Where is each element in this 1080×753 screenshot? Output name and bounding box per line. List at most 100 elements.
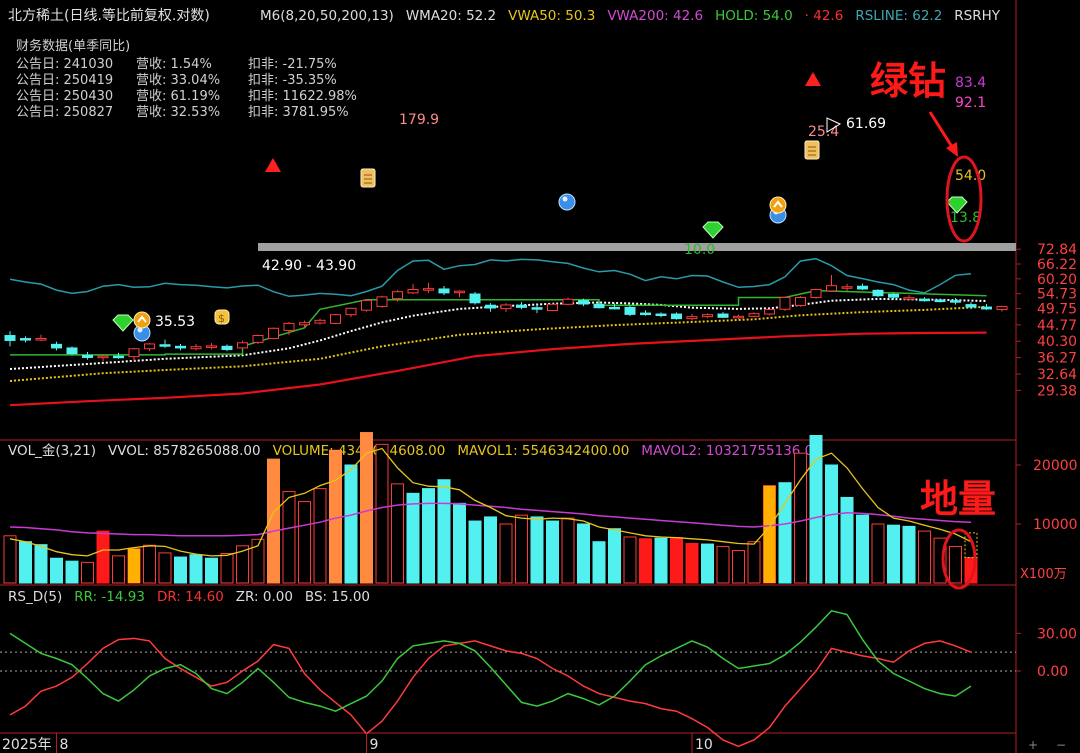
volume-bar [856,514,869,584]
price-tick-label: 72.84 [1037,242,1077,258]
stock-chart[interactable]: 北方稀土(日线.等比前复权.对数) M6(8,20,50,200,13) WMA20… [0,0,1080,753]
finance-row-netprofit: 扣非: 11622.98% [248,89,357,104]
candle [159,344,171,347]
volume-bar [143,544,156,584]
price-annotation-label: 83.4 [955,75,986,91]
finance-row-netprofit: 扣非: -21.75% [248,57,337,72]
candle [516,304,527,308]
candle [950,300,961,303]
volume-bar [468,520,482,584]
volume-bar [189,554,203,584]
rs-indicator-1: RR: -14.93 [74,589,145,605]
candle [686,316,698,320]
candle [206,345,217,348]
volume-bar [50,557,63,584]
candle [562,298,574,305]
volume-bar [887,524,900,584]
candle [82,354,93,358]
volume-bar [918,530,931,584]
finance-row-netprofit: 扣非: 3781.95% [248,105,349,120]
candle [407,289,419,294]
finance-row-revenue: 营收: 32.53% [136,105,220,120]
volume-tick-label: 10000 [1033,517,1078,533]
volume-bar [298,501,311,584]
candle [221,345,233,351]
candle [919,298,930,302]
candle [283,322,295,331]
indicator-1: WMA20: 52.2 [406,8,496,24]
volume-bar [716,545,730,584]
volume-bar [282,491,296,584]
indicator-2: VWA50: 50.3 [508,8,595,24]
volume-bar [158,552,172,584]
volume-bar [871,523,885,584]
blue-ball-highlight [562,196,568,202]
ground-volume-callout: 地量 [920,477,996,521]
candle [671,313,682,320]
blue-ball-icon [558,193,576,211]
price-tick-label: 40.30 [1037,334,1077,350]
price-tick-label: 36.27 [1037,351,1077,367]
volume-bar [65,560,79,584]
candle [888,293,899,298]
price-annotation-label: 25.4 [808,124,839,140]
volume-bar [391,483,404,584]
volume-bar [360,432,373,584]
finance-row-date: 公告日: 241030 [16,57,113,72]
candle [469,293,481,304]
volume-bar [344,464,358,584]
volume-bar [406,492,420,584]
x-axis-label: 9 [370,737,379,753]
candle [144,343,155,350]
volume-bar-gold [128,548,140,583]
candle [128,348,140,358]
candle [299,322,310,326]
candle [485,304,496,309]
candle [981,306,992,310]
rs-tick-label: 0.00 [1037,664,1068,680]
candle [20,338,31,341]
candle [361,299,372,311]
volume-bar [34,544,48,584]
volume-bar [3,535,17,584]
finance-row-date: 公告日: 250430 [16,89,113,104]
volume-bar [577,523,590,584]
volume-bar [375,443,389,584]
price-tick-label: 32.64 [1037,367,1077,383]
candle [4,335,16,341]
price-annotation-label: 61.69 [846,116,886,132]
rs-indicator-4: BS: 15.00 [305,589,370,605]
support-band [258,243,1016,251]
candle [330,314,341,324]
volume-bar [499,523,513,584]
finance-row-date: 公告日: 250419 [16,73,113,88]
chart-title: 北方稀土(日线.等比前复权.对数) [8,7,210,24]
candle [35,338,47,341]
volume-bar [608,528,621,584]
price-annotation-label: 42.90 - 43.90 [262,258,356,274]
gold-up-arrow-icon [769,196,787,214]
candle [624,306,636,315]
volume-bar [484,516,497,584]
candle [593,303,605,309]
volume-indicator-2: VOLUME: 4342084608.00 [273,443,446,459]
candle [66,347,78,355]
candle [237,342,248,349]
candle [934,299,946,303]
price-tick-label: 49.75 [1037,301,1077,317]
price-annotation-label: 179.9 [399,112,439,128]
volume-bar [840,496,854,584]
volume-bar [437,479,451,584]
volume-bar [112,555,125,584]
candle [578,300,589,305]
indicator-7: RSRHY [954,8,1000,24]
indicator-5: · 42.6 [805,8,844,24]
volume-bar [453,502,466,584]
indicator-4: HOLD: 54.0 [715,8,793,24]
volume-bar [515,514,528,584]
volume-bar [313,488,327,584]
x-axis-label: 10 [695,737,713,753]
price-tick-label: 29.38 [1037,383,1077,399]
volume-bar [732,550,745,584]
volume-bar [592,541,606,584]
